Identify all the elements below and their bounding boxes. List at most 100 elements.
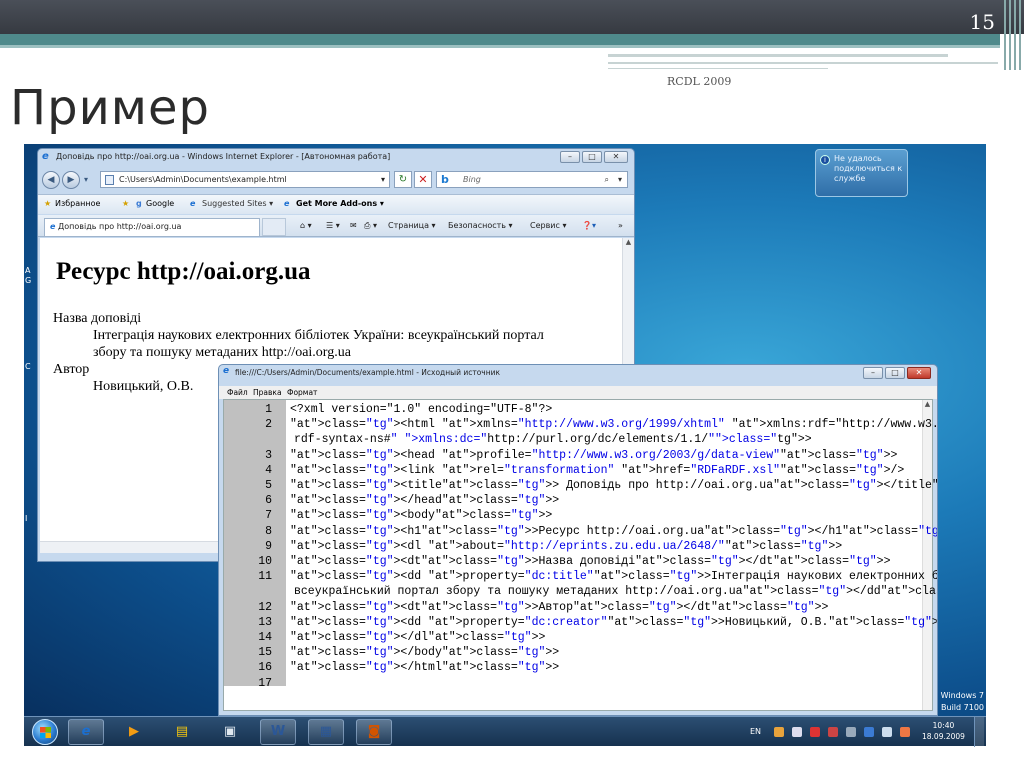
- source-window-title: file:///C:/Users/Admin/Documents/example…: [235, 368, 501, 377]
- app-taskbar-button[interactable]: ◙: [356, 719, 392, 745]
- minimize-button[interactable]: –: [863, 367, 883, 379]
- overflow-icon[interactable]: »: [618, 215, 623, 237]
- mail-icon[interactable]: ✉: [350, 215, 357, 237]
- menu-edit[interactable]: Правка: [253, 386, 282, 399]
- slide-divider: [608, 54, 948, 57]
- tools-menu[interactable]: Сервис ▾: [530, 215, 566, 237]
- scroll-up-icon[interactable]: ▲: [623, 238, 634, 246]
- menu-format[interactable]: Формат: [287, 386, 317, 399]
- network-icon[interactable]: [846, 727, 856, 737]
- definition-text: Новицький, О.В.: [93, 379, 194, 394]
- definition-term: Автор: [53, 362, 90, 377]
- word-taskbar-button[interactable]: W: [260, 719, 296, 745]
- tray-icon[interactable]: [864, 727, 874, 737]
- stop-button[interactable]: ✕: [414, 171, 432, 188]
- tray-icon[interactable]: [774, 727, 784, 737]
- source-title-bar[interactable]: e file:///C:/Users/Admin/Documents/examp…: [219, 365, 937, 380]
- computer-taskbar-button[interactable]: ▣: [212, 719, 248, 745]
- line-number: 1: [265, 403, 272, 416]
- search-box[interactable]: b Bing ⌕ ▾: [436, 171, 628, 188]
- code-line: "at">class="tg"><dt"at">class="tg">>Назв…: [290, 555, 891, 568]
- ie-window-title: Доповідь про http://oai.org.ua - Windows…: [56, 152, 391, 161]
- ie-title-bar[interactable]: e Доповідь про http://oai.org.ua - Windo…: [38, 149, 634, 165]
- tab-active[interactable]: e Доповідь про http://oai.org.ua: [44, 218, 260, 236]
- close-button[interactable]: ✕: [907, 367, 931, 379]
- explorer-taskbar-button[interactable]: ▤: [164, 719, 200, 745]
- bing-logo-icon: b: [441, 173, 449, 186]
- scroll-up-icon[interactable]: ▲: [923, 400, 932, 408]
- page-menu[interactable]: Страница ▾: [388, 215, 436, 237]
- add-favorite-icon[interactable]: ★: [122, 195, 129, 213]
- definition-text: Інтеграція наукових електронних бібліоте…: [93, 328, 544, 343]
- notification-balloon[interactable]: i Не удалось подключиться к службе: [815, 149, 908, 197]
- notification-text: Не удалось подключиться к службе: [834, 154, 903, 183]
- star-icon: ★: [44, 199, 52, 208]
- line-number: 8: [265, 524, 272, 538]
- ie-page-icon: e: [50, 222, 56, 231]
- ie-icon: e: [223, 366, 230, 376]
- windows-logo-icon: [40, 727, 51, 738]
- maximize-button[interactable]: □: [582, 151, 602, 163]
- desktop-letter: G: [25, 276, 32, 285]
- search-placeholder: Bing: [463, 175, 481, 184]
- line-number: 13: [258, 615, 272, 629]
- desktop-letter: C: [25, 362, 31, 371]
- print-icon[interactable]: ⎙ ▾: [364, 215, 377, 237]
- ie-taskbar-button[interactable]: e: [68, 719, 104, 745]
- code-line: "at">class="tg"></html"at">class="tg">>: [290, 661, 560, 675]
- page-icon: [105, 175, 114, 185]
- tray-icon[interactable]: [828, 727, 838, 737]
- search-icon[interactable]: ⌕: [605, 172, 609, 187]
- code-line: rdf-syntax-ns#" ">xmlns:dc="http://purl.…: [294, 433, 812, 447]
- media-player-taskbar-button[interactable]: ▶: [116, 719, 152, 745]
- ie-page-icon: e: [284, 199, 290, 208]
- favorite-google[interactable]: Google: [146, 195, 174, 213]
- favorites-bar: ★ Избранное ★ g Google e Suggested Sites…: [38, 194, 634, 214]
- code-line: "at">class="tg"><h1"at">class="tg">>Ресу…: [290, 524, 937, 538]
- safety-menu[interactable]: Безопасность ▾: [448, 215, 513, 237]
- forward-button[interactable]: ▶: [62, 171, 80, 189]
- recent-pages-icon[interactable]: ▾: [84, 175, 88, 184]
- line-number: 14: [258, 631, 272, 644]
- desktop-letter: A: [25, 266, 31, 275]
- menu-file[interactable]: Файл: [227, 386, 248, 399]
- line-number: 17: [258, 676, 272, 690]
- favorites-button[interactable]: Избранное: [55, 195, 100, 213]
- refresh-button[interactable]: ↻: [394, 171, 412, 188]
- code-line: "at">class="tg"><dt"at">class="tg">>Авто…: [290, 600, 829, 614]
- tray-icon[interactable]: [792, 727, 802, 737]
- language-indicator[interactable]: EN: [750, 717, 761, 747]
- favorite-suggested-sites[interactable]: Suggested Sites ▾: [202, 195, 273, 213]
- chevron-down-icon[interactable]: ▾: [381, 172, 385, 187]
- code-line: "at">class="tg"></dl"at">class="tg">>: [290, 631, 546, 644]
- volume-icon[interactable]: [900, 727, 910, 737]
- source-menu-bar: Файл Правка Формат: [219, 386, 937, 399]
- minimize-button[interactable]: –: [560, 151, 580, 163]
- feeds-icon[interactable]: ☰ ▾: [326, 215, 340, 237]
- action-center-icon[interactable]: [810, 727, 820, 737]
- show-desktop-button[interactable]: [974, 717, 984, 747]
- line-number: 3: [265, 448, 272, 462]
- start-button[interactable]: [32, 719, 58, 745]
- vertical-scrollbar[interactable]: ▲: [922, 400, 932, 710]
- windows-version: Windows 7: [940, 691, 984, 700]
- chevron-down-icon[interactable]: ▾: [618, 172, 622, 187]
- home-icon[interactable]: ⌂ ▾: [300, 215, 312, 237]
- new-tab-button[interactable]: [262, 218, 286, 236]
- address-bar[interactable]: C:\Users\Admin\Documents\example.html ▾: [100, 171, 390, 188]
- tab-row: e Доповідь про http://oai.org.ua ⌂ ▾ ☰ ▾…: [38, 215, 634, 237]
- back-button[interactable]: ◀: [42, 171, 60, 189]
- close-button[interactable]: ✕: [604, 151, 628, 163]
- code-line: "at">class="tg"><title"at">class="tg">> …: [290, 479, 937, 492]
- maximize-button[interactable]: □: [885, 367, 905, 379]
- tray-icon[interactable]: [882, 727, 892, 737]
- code-line: "at">class="tg"></body"at">class="tg">>: [290, 646, 560, 660]
- line-number: 6: [265, 494, 272, 508]
- save-taskbar-button[interactable]: ▦: [308, 719, 344, 745]
- favorite-get-addons[interactable]: Get More Add-ons ▾: [296, 195, 384, 213]
- help-icon[interactable]: ❓▾: [582, 215, 596, 237]
- clock[interactable]: 10:40 18.09.2009: [922, 720, 965, 742]
- desktop-letter: I: [25, 514, 28, 523]
- slide-number: 15: [969, 10, 995, 34]
- source-code-area[interactable]: ▲ 1 <?xml version="1.0" encoding="UTF-8"?…: [223, 399, 937, 711]
